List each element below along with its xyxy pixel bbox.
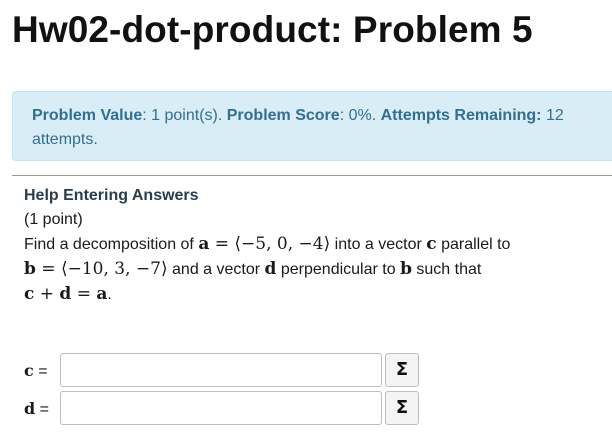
statement-text: into a vector [330, 236, 427, 253]
statement-text: and a vector [167, 261, 265, 278]
equation-c: c [24, 284, 35, 304]
statement-text: such that [411, 261, 482, 278]
attempts-remaining-label: Attempts Remaining: [380, 107, 542, 124]
answer-c-input[interactable] [60, 353, 382, 387]
vector-b-expression: = ⟨−10, 3, −7⟩ [35, 259, 168, 279]
answer-row-c: c = Σ [24, 353, 424, 389]
answer-d-equals: = [35, 401, 49, 418]
statement-text: Find a decomposition of [24, 236, 199, 253]
problem-info-box: Problem Value: 1 point(s). Problem Score… [12, 91, 612, 161]
problem-score-label: Problem Score [226, 107, 340, 124]
problem-body: Help Entering Answers (1 point) Find a d… [24, 185, 604, 307]
equation-d: d [59, 284, 72, 304]
vector-a-symbol: a [198, 234, 210, 254]
vector-d-symbol: d [264, 259, 277, 279]
equation-equals: = [71, 284, 97, 304]
vector-b-symbol: b [24, 259, 36, 279]
equation-plus: + [34, 284, 60, 304]
answer-d-label: d = [24, 399, 49, 419]
problem-value-text: : 1 point(s). [142, 107, 223, 124]
answer-row-d: d = Σ [24, 391, 424, 427]
statement-text: parallel to [436, 236, 511, 253]
answer-c-equals: = [33, 363, 48, 380]
sigma-icon[interactable]: Σ [385, 391, 419, 425]
divider [12, 175, 612, 176]
statement-text: perpendicular to [276, 261, 401, 278]
help-entering-answers-link[interactable]: Help Entering Answers [24, 185, 604, 207]
answer-c-label: c = [24, 361, 48, 381]
answer-c-symbol: c [24, 361, 34, 380]
vector-b-symbol: b [400, 259, 412, 279]
vector-c-symbol: c [426, 234, 437, 254]
problem-value-label: Problem Value [32, 107, 143, 124]
equation-end: . [107, 286, 112, 303]
vector-a-expression: = ⟨−5, 0, −4⟩ [209, 234, 331, 254]
equation-a: a [96, 284, 108, 304]
problem-points: (1 point) [24, 211, 83, 228]
problem-score-text: : 0%. [339, 107, 377, 124]
answer-d-symbol: d [24, 399, 36, 418]
page-title: Hw02-dot-product: Problem 5 [12, 9, 533, 50]
answer-d-input[interactable] [60, 391, 382, 425]
problem-page: Hw02-dot-product: Problem 5 Problem Valu… [0, 0, 612, 441]
sigma-icon[interactable]: Σ [385, 353, 419, 387]
problem-statement: Find a decomposition of a = ⟨−5, 0, −4⟩ … [24, 232, 604, 307]
